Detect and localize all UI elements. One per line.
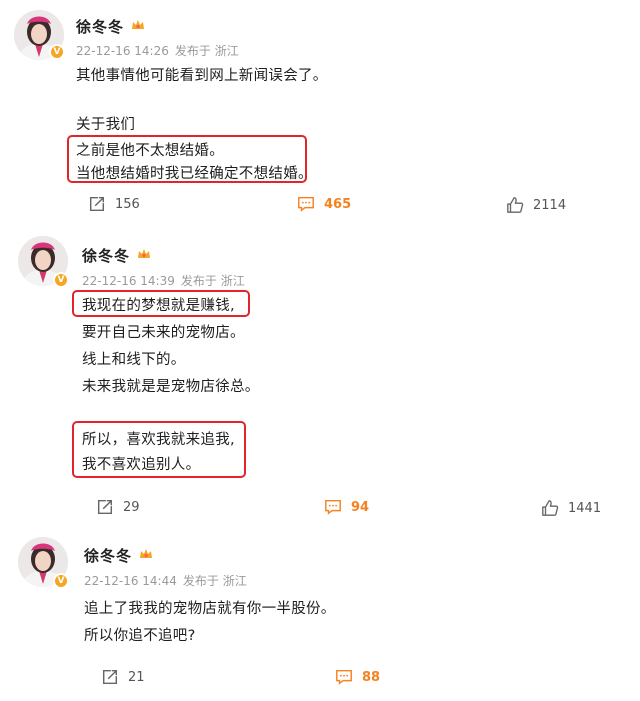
- repost-icon: [96, 498, 114, 516]
- post-text-line: 关于我们: [76, 117, 136, 133]
- like-button[interactable]: 1441: [541, 499, 601, 517]
- post-meta: 22-12-16 14:26 发布于 浙江: [76, 42, 239, 59]
- post-text-line: 要开自己未来的宠物店。: [82, 325, 245, 341]
- repost-count: 21: [128, 669, 145, 685]
- repost-button[interactable]: 156: [88, 195, 140, 213]
- repost-button[interactable]: 29: [96, 498, 140, 516]
- like-icon: [541, 499, 559, 517]
- vip-crown-icon: [136, 246, 152, 262]
- comment-count: 465: [324, 196, 352, 212]
- repost-button[interactable]: 21: [101, 668, 145, 686]
- repost-icon: [88, 195, 106, 213]
- comment-button[interactable]: 88: [335, 668, 380, 686]
- post-text-line: 之前是他不太想结婚。: [76, 143, 224, 159]
- like-count: 1441: [568, 500, 602, 516]
- repost-count: 156: [115, 196, 140, 212]
- post-meta: 22-12-16 14:39 发布于 浙江: [82, 272, 245, 289]
- post-time: 22-12-16 14:44: [84, 574, 177, 588]
- post-location: 发布于 浙江: [180, 274, 245, 288]
- post-location: 发布于 浙江: [182, 574, 247, 588]
- post-location: 发布于 浙江: [174, 44, 239, 58]
- comment-icon: [335, 668, 353, 686]
- verified-badge-icon: V: [49, 44, 65, 60]
- comment-count: 88: [362, 669, 381, 685]
- post-text-line: 所以，喜欢我就来追我,: [82, 432, 235, 448]
- post-text-line: 我现在的梦想就是赚钱,: [82, 298, 235, 314]
- comment-count: 94: [351, 499, 370, 515]
- post-text-line: 所以你追不追吧?: [84, 628, 196, 644]
- vip-crown-icon: [138, 546, 154, 562]
- verified-badge-icon: V: [53, 272, 69, 288]
- comment-button[interactable]: 94: [324, 498, 369, 516]
- post-text-line: 我不喜欢追别人。: [82, 457, 201, 473]
- verified-badge-icon: V: [53, 573, 69, 589]
- post-text-line: 线上和线下的。: [82, 352, 186, 368]
- like-icon: [506, 196, 524, 214]
- like-button[interactable]: 2114: [506, 196, 566, 214]
- comment-button[interactable]: 465: [297, 195, 351, 213]
- post-time: 22-12-16 14:26: [76, 44, 169, 58]
- post-time: 22-12-16 14:39: [82, 274, 175, 288]
- post-meta: 22-12-16 14:44 发布于 浙江: [84, 572, 247, 589]
- vip-crown-icon: [130, 17, 146, 33]
- post-text-line: 其他事情他可能看到网上新闻误会了。: [76, 68, 328, 84]
- repost-icon: [101, 668, 119, 686]
- author-name[interactable]: 徐冬冬: [84, 545, 132, 566]
- comment-icon: [324, 498, 342, 516]
- post-text-line: 未来我就是是宠物店徐总。: [82, 379, 260, 395]
- author-name[interactable]: 徐冬冬: [76, 16, 124, 37]
- post-text-line: 追上了我我的宠物店就有你一半股份。: [84, 601, 336, 617]
- post-text-line: 当他想结婚时我已经确定不想结婚。: [76, 166, 313, 182]
- like-count: 2114: [533, 197, 567, 213]
- author-name[interactable]: 徐冬冬: [82, 245, 130, 266]
- comment-icon: [297, 195, 315, 213]
- repost-count: 29: [123, 499, 140, 515]
